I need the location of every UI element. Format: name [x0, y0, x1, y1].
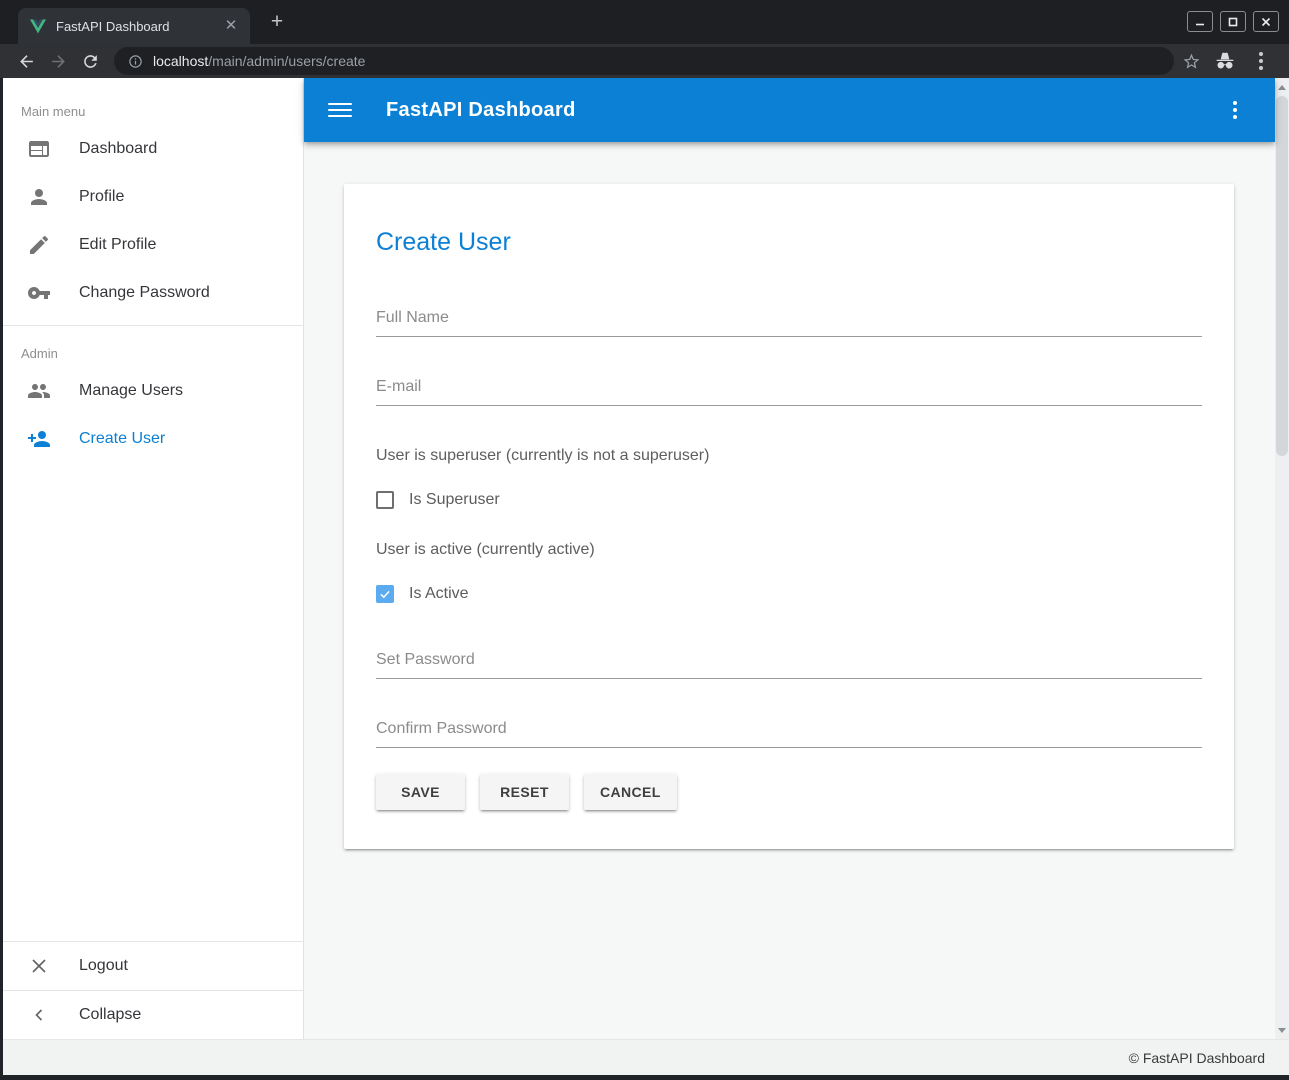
sidebar-item-edit-profile[interactable]: Edit Profile [3, 221, 303, 269]
sidebar-item-label: Create User [79, 430, 165, 448]
form-actions: SAVE RESET CANCEL [376, 774, 1202, 810]
dashboard-icon [27, 137, 51, 161]
browser-titlebar: FastAPI Dashboard ✕ + [0, 0, 1289, 44]
sidebar-item-profile[interactable]: Profile [3, 173, 303, 221]
person-icon [27, 185, 51, 209]
main-content: Create User User is superuser (currently… [304, 142, 1275, 1039]
sidebar-item-label: Change Password [79, 284, 210, 302]
set-password-field-wrap [376, 651, 1202, 679]
app-title: FastAPI Dashboard [386, 99, 576, 122]
scroll-up-icon[interactable] [1275, 80, 1289, 94]
page-footer: © FastAPI Dashboard [3, 1039, 1289, 1075]
sidebar-item-change-password[interactable]: Change Password [3, 269, 303, 317]
sidebar-item-create-user[interactable]: Create User [3, 415, 303, 463]
sidebar-item-manage-users[interactable]: Manage Users [3, 367, 303, 415]
page-title: Create User [376, 228, 1202, 257]
address-bar[interactable]: localhost/main/admin/users/create [114, 47, 1174, 75]
browser-tab[interactable]: FastAPI Dashboard ✕ [18, 8, 250, 44]
sidebar-spacer [3, 463, 303, 941]
cancel-button[interactable]: CANCEL [584, 774, 677, 810]
person-add-icon [27, 427, 51, 451]
minimize-button[interactable] [1187, 11, 1213, 32]
app-bar: FastAPI Dashboard [304, 78, 1275, 142]
spacer [376, 635, 1202, 651]
sidebar: Main menu Dashboard Profile [3, 78, 304, 1039]
email-input[interactable] [376, 378, 1202, 406]
confirm-password-field-wrap [376, 720, 1202, 748]
hamburger-menu-icon[interactable] [328, 98, 352, 122]
close-x-icon [27, 954, 51, 978]
sidebar-item-label: Manage Users [79, 382, 183, 400]
browser-menu-icon[interactable] [1249, 49, 1273, 73]
sidebar-item-dashboard[interactable]: Dashboard [3, 125, 303, 173]
email-field-wrap [376, 378, 1202, 406]
chevron-left-icon [27, 1003, 51, 1027]
maximize-button[interactable] [1220, 11, 1246, 32]
info-icon[interactable] [128, 54, 143, 69]
main-area: FastAPI Dashboard Create User [304, 78, 1275, 1039]
new-tab-button[interactable]: + [264, 10, 290, 36]
tab-close-icon[interactable]: ✕ [222, 17, 240, 35]
set-password-input[interactable] [376, 651, 1202, 679]
full-name-field-wrap [376, 309, 1202, 337]
save-button[interactable]: SAVE [376, 774, 465, 810]
toolbar-right [1182, 49, 1273, 73]
bookmark-star-icon[interactable] [1182, 52, 1201, 71]
active-checkbox-row[interactable]: Is Active [376, 585, 1202, 603]
people-icon [27, 379, 51, 403]
pencil-icon [27, 233, 51, 257]
close-button[interactable] [1253, 11, 1279, 32]
page-scrollbar[interactable] [1275, 78, 1289, 1039]
superuser-checkbox-row[interactable]: Is Superuser [376, 491, 1202, 509]
browser-window: FastAPI Dashboard ✕ + local [0, 0, 1289, 1080]
footer-copyright: © FastAPI Dashboard [1129, 1050, 1265, 1066]
sidebar-item-label: Profile [79, 188, 124, 206]
reload-icon[interactable] [78, 49, 102, 73]
superuser-note: User is superuser (currently is not a su… [376, 447, 1202, 465]
active-checkbox[interactable] [376, 585, 394, 603]
sidebar-section-main-menu: Main menu [21, 104, 303, 119]
page-frame: Main menu Dashboard Profile [0, 78, 1289, 1080]
active-checkbox-label: Is Active [409, 585, 469, 603]
active-note: User is active (currently active) [376, 541, 1202, 559]
forward-icon[interactable] [46, 49, 70, 73]
sidebar-item-label: Dashboard [79, 140, 157, 158]
scroll-down-icon[interactable] [1275, 1023, 1289, 1037]
sidebar-divider [3, 325, 303, 326]
sidebar-item-label: Logout [79, 957, 128, 975]
window-controls [1187, 11, 1279, 32]
page-viewport: Main menu Dashboard Profile [3, 78, 1289, 1075]
sidebar-item-logout[interactable]: Logout [3, 942, 303, 990]
key-icon [27, 281, 51, 305]
confirm-password-input[interactable] [376, 720, 1202, 748]
back-icon[interactable] [14, 49, 38, 73]
create-user-card: Create User User is superuser (currently… [344, 184, 1234, 849]
url-text: localhost/main/admin/users/create [153, 53, 365, 69]
url-host: localhost [153, 53, 208, 69]
tab-title: FastAPI Dashboard [56, 19, 222, 34]
scrollbar-thumb[interactable] [1276, 96, 1288, 456]
sidebar-item-label: Edit Profile [79, 236, 156, 254]
url-path: /main/admin/users/create [208, 53, 365, 69]
appbar-menu-icon[interactable] [1223, 98, 1247, 122]
full-name-input[interactable] [376, 309, 1202, 337]
sidebar-section-admin: Admin [21, 346, 303, 361]
superuser-checkbox-label: Is Superuser [409, 491, 500, 509]
sidebar-item-collapse[interactable]: Collapse [3, 991, 303, 1039]
superuser-checkbox[interactable] [376, 491, 394, 509]
vue-logo-icon [30, 19, 46, 34]
sidebar-item-label: Collapse [79, 1006, 141, 1024]
incognito-icon [1215, 51, 1235, 71]
browser-toolbar: localhost/main/admin/users/create [0, 44, 1289, 78]
reset-button[interactable]: RESET [480, 774, 569, 810]
